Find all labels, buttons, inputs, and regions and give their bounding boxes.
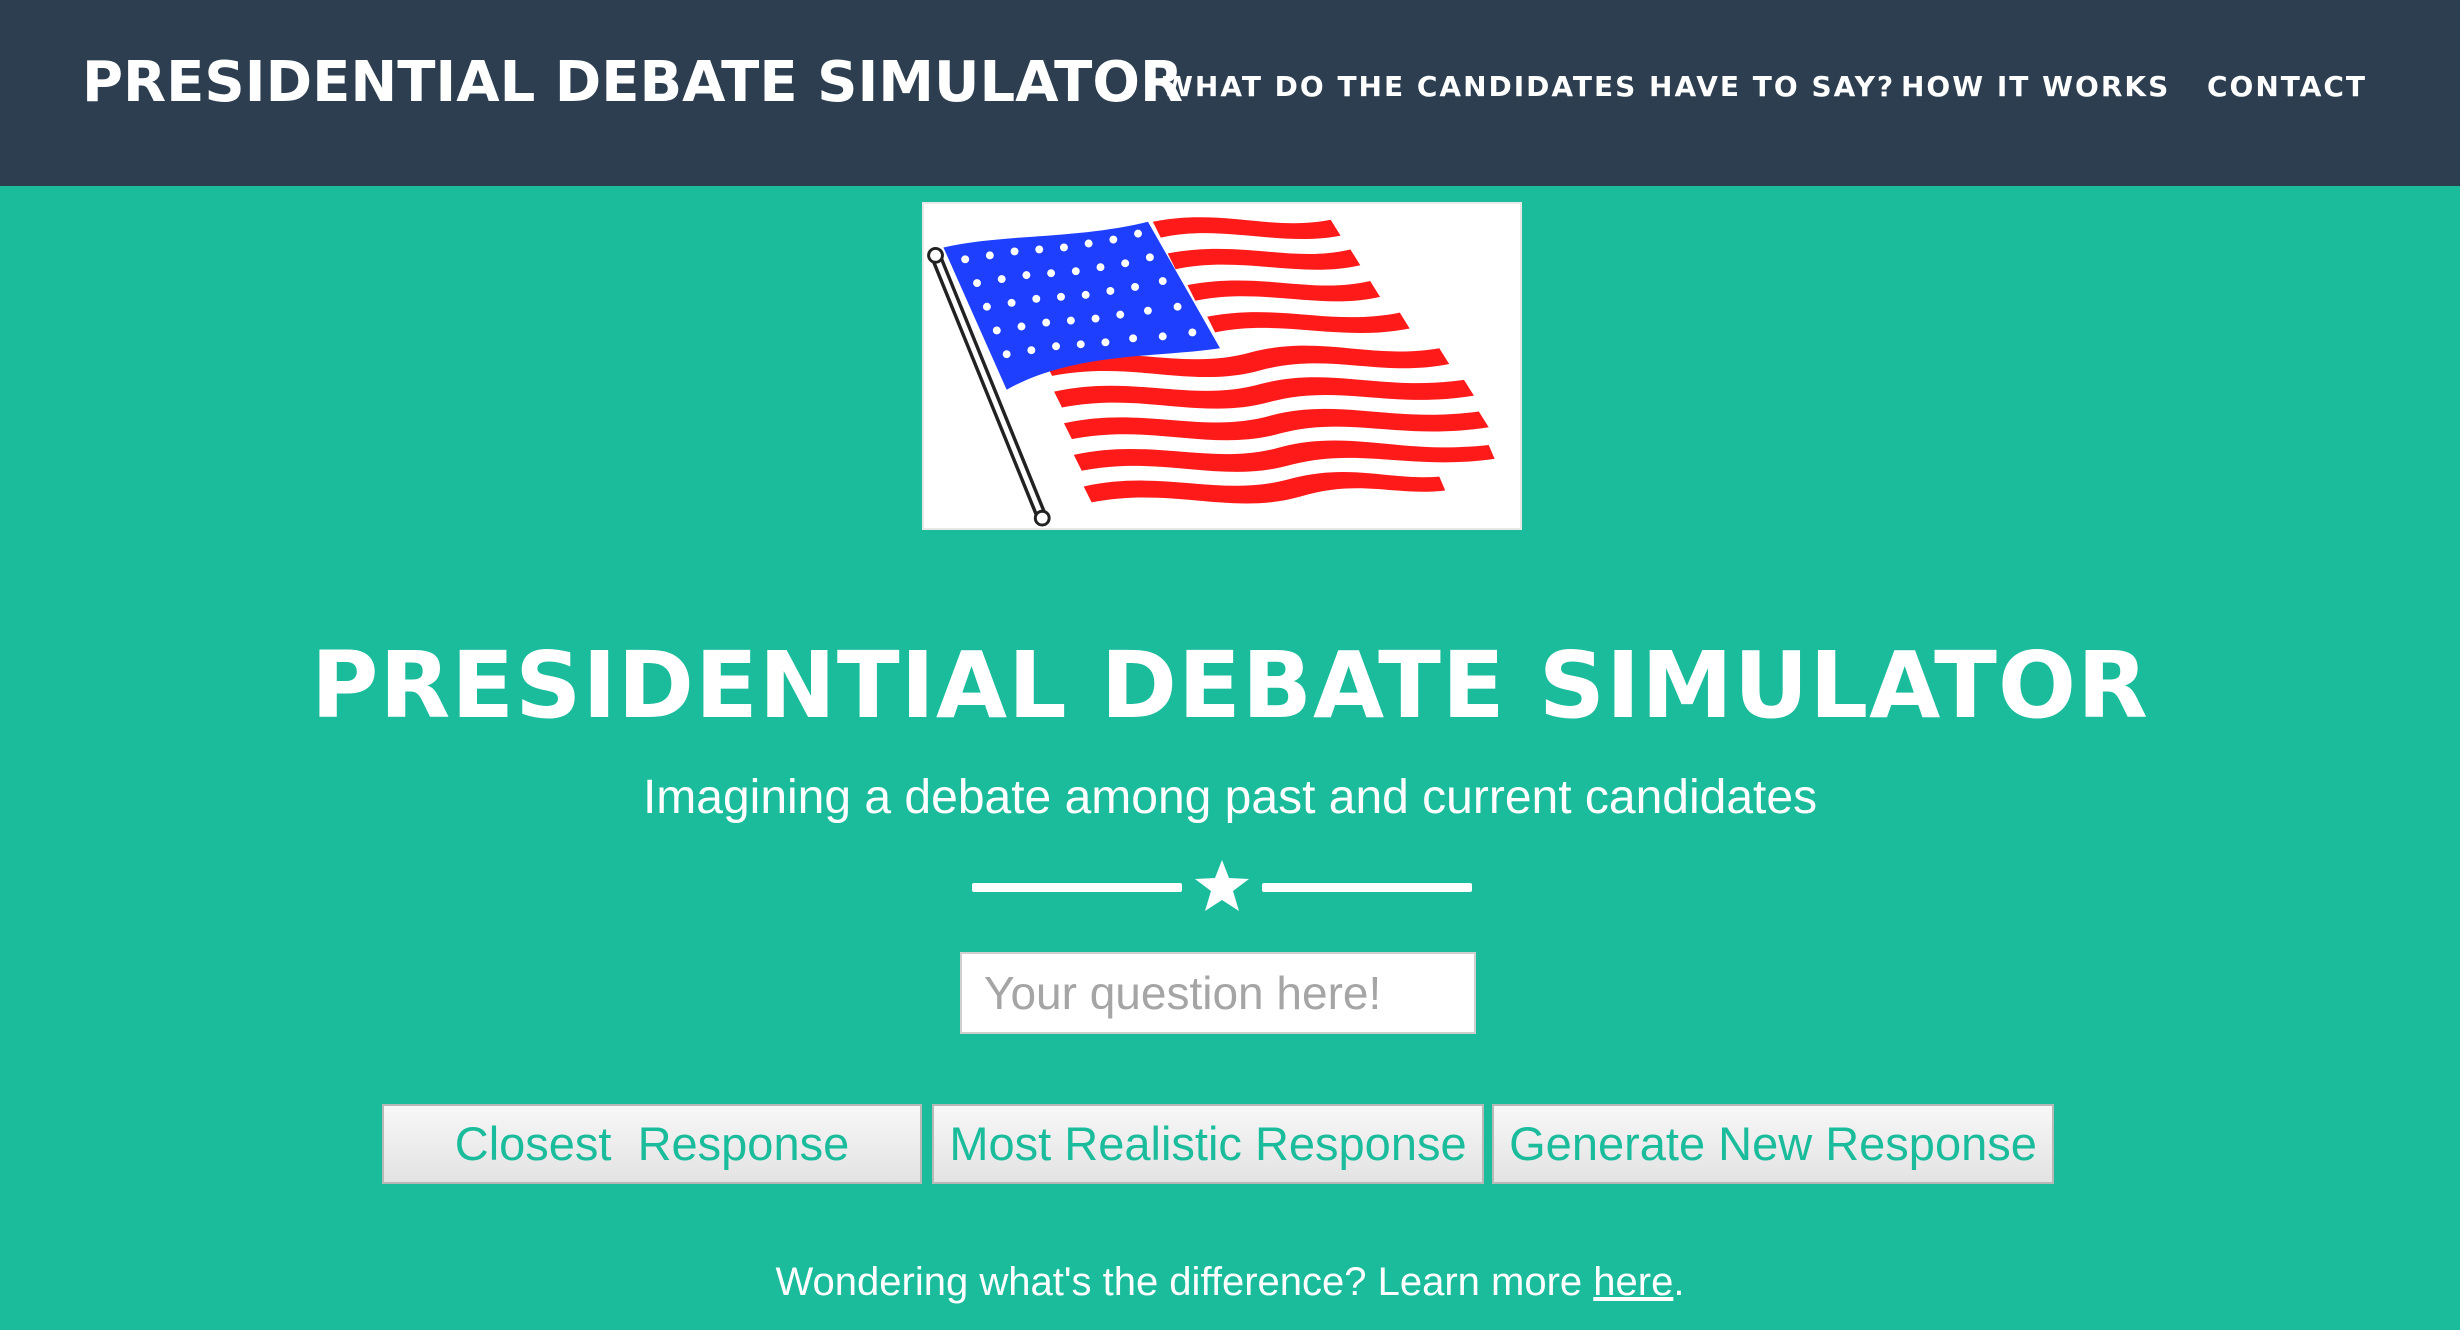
brand-title[interactable]: PRESIDENTIAL DEBATE SIMULATOR [82,50,1183,115]
footer-note: Wondering what's the difference? Learn m… [0,1260,2460,1305]
learn-more-link[interactable]: here [1593,1260,1673,1304]
nav-link-how-it-works[interactable]: HOW IT WORKS [1901,70,2170,103]
question-input[interactable] [960,952,1476,1034]
star-icon [1195,860,1249,911]
american-flag-image [922,202,1522,530]
divider-line-right [1262,883,1472,892]
hero-title: PRESIDENTIAL DEBATE SIMULATOR [311,632,2149,739]
nav-link-contact[interactable]: CONTACT [2207,70,2367,103]
nav-link-candidates[interactable]: WHAT DO THE CANDIDATES HAVE TO SAY? [1162,70,1895,103]
divider-line-left [972,883,1182,892]
most-realistic-response-button[interactable]: Most Realistic Response [932,1104,1484,1184]
hero-subtitle: Imagining a debate among past and curren… [642,771,1818,824]
footer-text: Wondering what's the difference? Learn m… [775,1260,1594,1304]
closest-response-button[interactable]: Closest Response [382,1104,922,1184]
navbar: PRESIDENTIAL DEBATE SIMULATOR WHAT DO TH… [0,0,2460,186]
flag-icon [927,217,1495,527]
footer-period: . [1673,1260,1685,1304]
generate-new-response-button[interactable]: Generate New Response [1492,1104,2054,1184]
